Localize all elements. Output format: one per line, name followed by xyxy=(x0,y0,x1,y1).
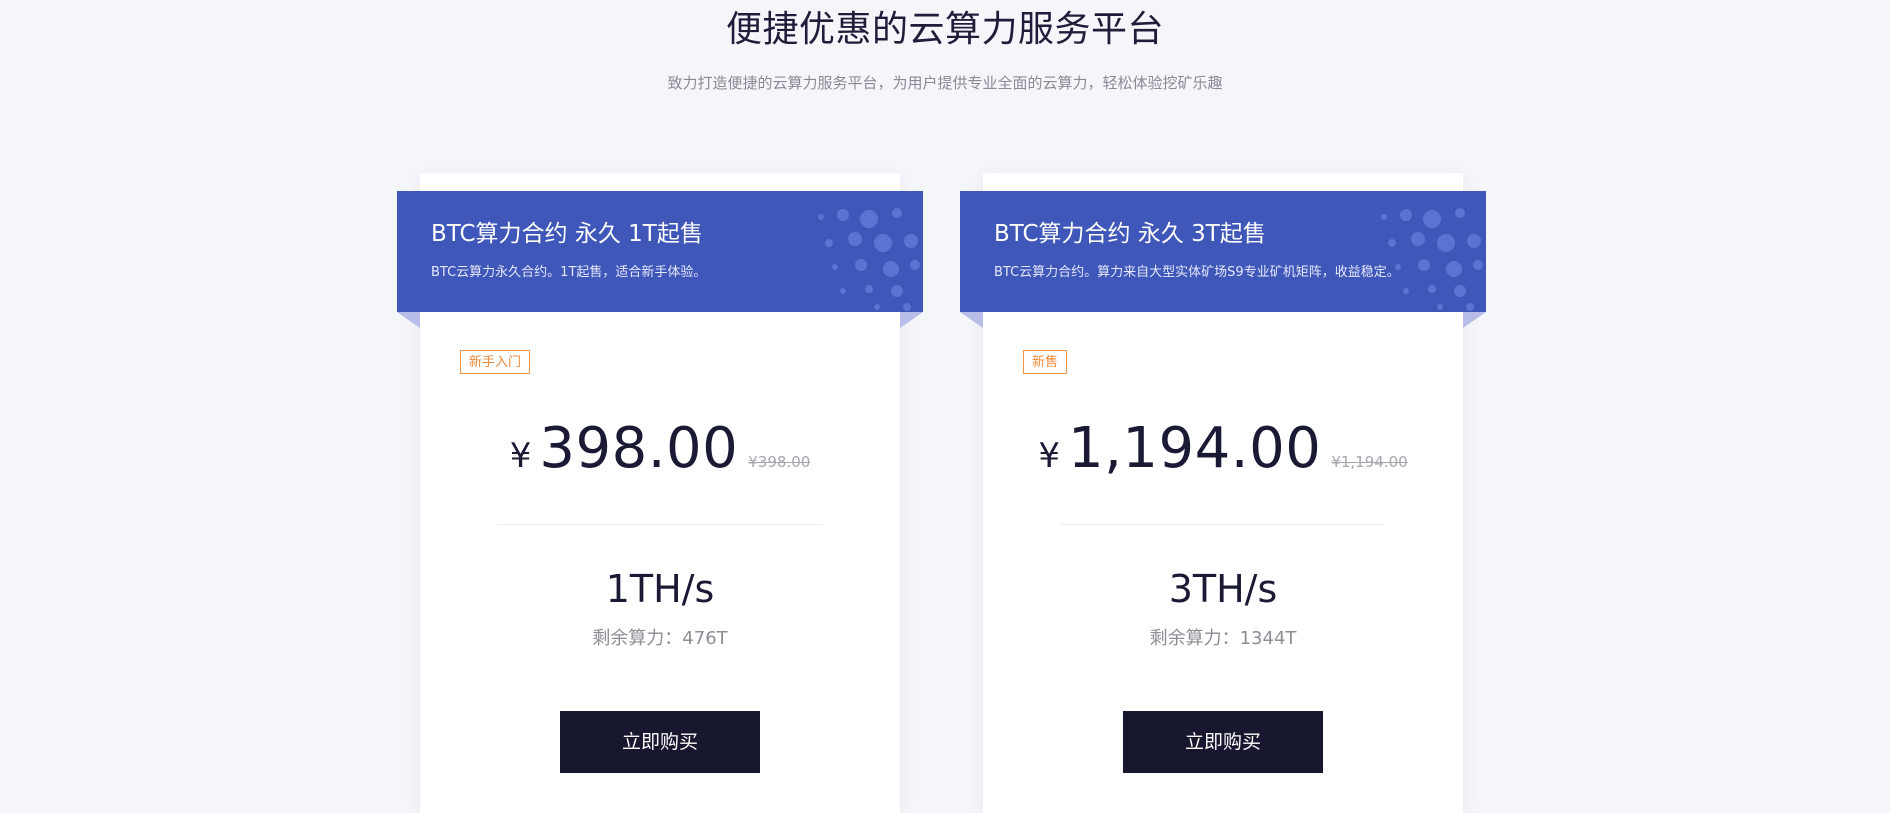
product-tag-badge: 新手入门 xyxy=(460,350,531,374)
current-price: 398.00 xyxy=(539,416,739,481)
banner-fold-left xyxy=(397,312,420,328)
current-price: 1,194.00 xyxy=(1067,416,1322,481)
buy-now-button[interactable]: 立即购买 xyxy=(1123,711,1323,773)
hashrate-value: 1TH/s xyxy=(605,567,715,611)
banner-fold-left xyxy=(960,312,983,328)
product-title: BTC算力合约 永久 3T起售 xyxy=(994,221,1266,247)
product-banner: BTC算力合约 永久 1T起售 BTC云算力永久合约。1T起售，适合新手体验。 xyxy=(397,191,923,312)
product-card: BTC算力合约 永久 1T起售 BTC云算力永久合约。1T起售，适合新手体验。 xyxy=(397,173,923,813)
remaining-hashrate: 剩余算力：476T xyxy=(592,628,728,649)
original-price: ¥398.00 xyxy=(748,453,811,471)
product-description: BTC云算力永久合约。1T起售，适合新手体验。 xyxy=(431,265,707,280)
page-title: 便捷优惠的云算力服务平台 xyxy=(725,9,1164,50)
remaining-hashrate: 剩余算力：1344T xyxy=(1149,628,1297,649)
product-card: BTC算力合约 永久 3T起售 BTC云算力合约。算力来自大型实体矿场S9专业矿… xyxy=(960,173,1486,813)
original-price: ¥1,194.00 xyxy=(1331,453,1408,471)
product-title: BTC算力合约 永久 1T起售 xyxy=(431,221,703,247)
product-tag-badge: 新售 xyxy=(1023,350,1068,374)
price-row: ¥1,194.00 ¥1,194.00 xyxy=(983,416,1463,486)
decorative-dots-icon xyxy=(1381,208,1483,311)
product-banner: BTC算力合约 永久 3T起售 BTC云算力合约。算力来自大型实体矿场S9专业矿… xyxy=(960,191,1486,312)
hashrate-value: 3TH/s xyxy=(1168,567,1278,611)
banner-fold-right xyxy=(900,312,923,328)
buy-now-button[interactable]: 立即购买 xyxy=(560,711,760,773)
divider xyxy=(498,524,822,525)
page-subtitle: 致力打造便捷的云算力服务平台，为用户提供专业全面的云算力，轻松体验挖矿乐趣 xyxy=(667,74,1223,92)
currency-symbol: ¥ xyxy=(509,436,532,476)
decorative-dots-icon xyxy=(818,208,920,311)
price-row: ¥398.00 ¥398.00 xyxy=(420,416,900,486)
banner-fold-right xyxy=(1463,312,1486,328)
currency-symbol: ¥ xyxy=(1038,436,1060,476)
product-description: BTC云算力合约。算力来自大型实体矿场S9专业矿机矩阵，收益稳定。 xyxy=(994,265,1400,280)
divider xyxy=(1061,524,1385,525)
